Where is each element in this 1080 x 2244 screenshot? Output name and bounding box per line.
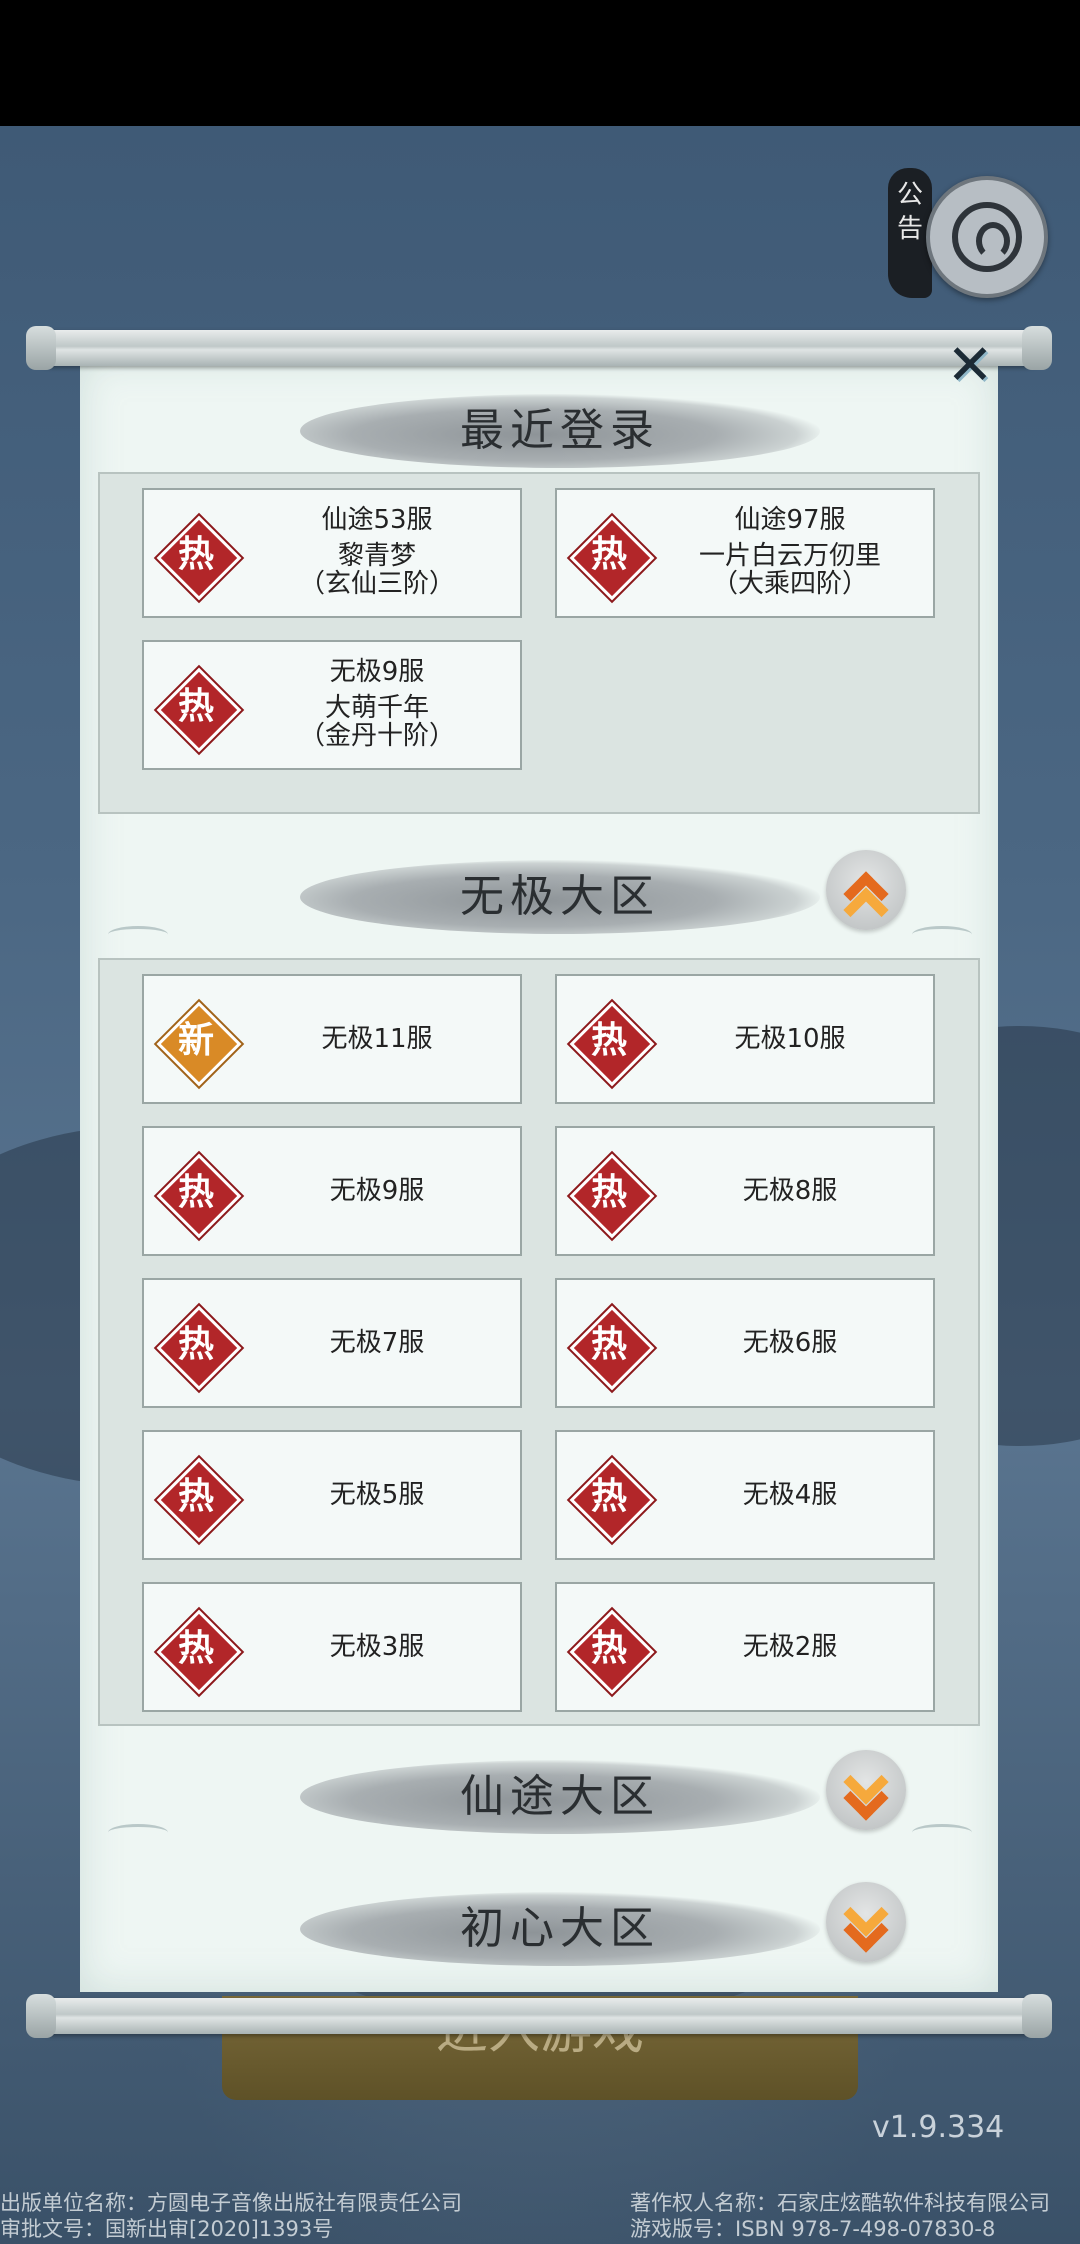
scroll-rod-top bbox=[26, 326, 1052, 370]
hot-badge-icon: 热 bbox=[156, 515, 242, 601]
server-card[interactable]: 热 无极7服 bbox=[142, 1278, 522, 1408]
xiantu-region-header[interactable]: 仙途大区 bbox=[300, 1760, 820, 1834]
publisher-text: 出版单位名称：方圆电子音像出版社有限责任公司 bbox=[0, 2191, 462, 2215]
server-card[interactable]: 热 无极4服 bbox=[555, 1430, 935, 1560]
hot-badge-icon: 热 bbox=[569, 1457, 655, 1543]
spiral-icon bbox=[952, 202, 1022, 272]
hot-badge-icon: 热 bbox=[569, 1153, 655, 1239]
server-card[interactable]: 新 无极11服 bbox=[142, 974, 522, 1104]
chuxin-region-header[interactable]: 初心大区 bbox=[300, 1892, 820, 1966]
isbn-text: 游戏版号：ISBN 978-7-498-07830-8 bbox=[630, 2217, 996, 2241]
server-name: 无极5服 bbox=[329, 1480, 425, 1510]
version-label: v1.9.334 bbox=[872, 2110, 1005, 2145]
hot-badge-icon: 热 bbox=[156, 1305, 242, 1391]
wuji-region-title: 无极大区 bbox=[460, 871, 660, 922]
recent-server-card[interactable]: 热 无极9服 大萌千年 （金丹十阶） bbox=[142, 640, 522, 770]
recent-server-card[interactable]: 热 仙途53服 黎青梦 （玄仙三阶） bbox=[142, 488, 522, 618]
server-card[interactable]: 热 无极8服 bbox=[555, 1126, 935, 1256]
server-card[interactable]: 热 无极6服 bbox=[555, 1278, 935, 1408]
wuji-server-panel: 新 无极11服 热 无极10服 热 无极9服 热 无极8服 热 无极7服 热 无… bbox=[98, 958, 980, 1726]
collapse-toggle-button[interactable] bbox=[826, 850, 906, 933]
character-rank: （大乘四阶） bbox=[711, 569, 868, 599]
character-rank: （金丹十阶） bbox=[298, 721, 455, 751]
character-rank: （玄仙三阶） bbox=[298, 569, 455, 599]
hot-badge-icon: 热 bbox=[569, 515, 655, 601]
server-name: 无极11服 bbox=[321, 1024, 433, 1054]
server-name: 无极10服 bbox=[734, 1024, 846, 1054]
server-name: 无极8服 bbox=[742, 1176, 838, 1206]
hot-badge-icon: 热 bbox=[569, 1305, 655, 1391]
server-card[interactable]: 热 无极9服 bbox=[142, 1126, 522, 1256]
wuji-region-header[interactable]: 无极大区 bbox=[300, 860, 820, 934]
xiantu-region-title: 仙途大区 bbox=[460, 1771, 660, 1822]
close-button[interactable]: ✕ bbox=[944, 338, 996, 394]
recent-login-panel: 热 仙途53服 黎青梦 （玄仙三阶） 热 仙途97服 一片白云万仞里 （大乘四阶… bbox=[98, 472, 980, 814]
server-name: 无极2服 bbox=[742, 1632, 838, 1662]
notice-button[interactable] bbox=[926, 176, 1048, 298]
server-name: 无极7服 bbox=[329, 1328, 425, 1358]
scroll-rod-bottom bbox=[26, 1994, 1052, 2038]
recent-login-title: 最近登录 bbox=[460, 405, 660, 456]
server-name: 无极4服 bbox=[742, 1480, 838, 1510]
server-name: 无极6服 bbox=[742, 1328, 838, 1358]
close-icon: ✕ bbox=[946, 333, 994, 398]
server-card[interactable]: 热 无极5服 bbox=[142, 1430, 522, 1560]
server-name: 无极9服 bbox=[329, 1176, 425, 1206]
copyright-text: 著作权人名称：石家庄炫酷软件科技有限公司 bbox=[630, 2191, 1050, 2215]
expand-toggle-button[interactable] bbox=[826, 1750, 906, 1830]
expand-toggle-button[interactable] bbox=[826, 1882, 906, 1962]
hot-badge-icon: 热 bbox=[569, 1001, 655, 1087]
hot-badge-icon: 热 bbox=[156, 667, 242, 753]
hot-badge-icon: 热 bbox=[156, 1609, 242, 1695]
server-name: 无极9服 bbox=[329, 657, 425, 687]
recent-server-card[interactable]: 热 仙途97服 一片白云万仞里 （大乘四阶） bbox=[555, 488, 935, 618]
server-card[interactable]: 热 无极3服 bbox=[142, 1582, 522, 1712]
server-card[interactable]: 热 无极2服 bbox=[555, 1582, 935, 1712]
server-list-panel: 最近登录 热 仙途53服 黎青梦 （玄仙三阶） 热 仙途97服 一片白云万仞里 … bbox=[80, 358, 998, 1992]
notice-label-1: 公 bbox=[896, 180, 923, 210]
server-name: 仙途53服 bbox=[321, 505, 433, 535]
server-card[interactable]: 热 无极10服 bbox=[555, 974, 935, 1104]
new-badge-icon: 新 bbox=[156, 1001, 242, 1087]
chuxin-region-title: 初心大区 bbox=[460, 1903, 660, 1954]
hot-badge-icon: 热 bbox=[156, 1153, 242, 1239]
server-name: 无极3服 bbox=[329, 1632, 425, 1662]
server-name: 仙途97服 bbox=[734, 505, 846, 535]
hot-badge-icon: 热 bbox=[569, 1609, 655, 1695]
recent-login-header: 最近登录 bbox=[300, 394, 820, 468]
approval-text: 审批文号：国新出审[2020]1393号 bbox=[0, 2217, 334, 2241]
hot-badge-icon: 热 bbox=[156, 1457, 242, 1543]
